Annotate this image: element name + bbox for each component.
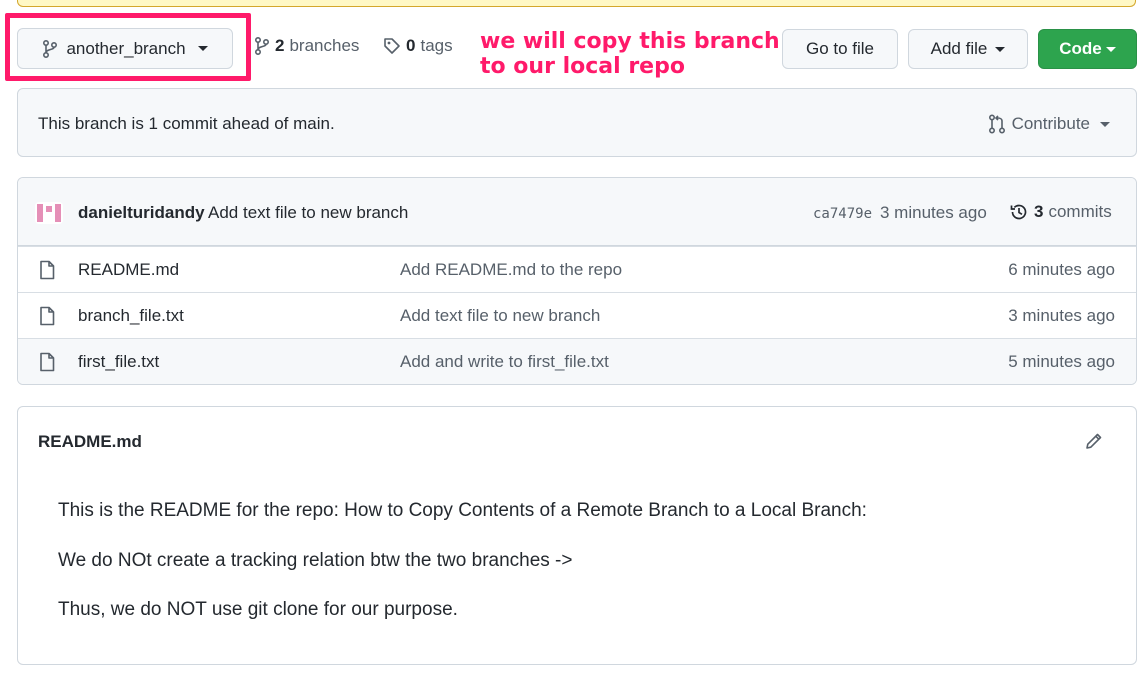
file-icon (40, 306, 55, 326)
pencil-icon[interactable] (1084, 431, 1104, 451)
branches-link[interactable]: 2 branches (254, 36, 359, 56)
notice-banner-edge (17, 0, 1136, 7)
branch-ahead-panel: This branch is 1 commit ahead of main. C… (17, 88, 1137, 157)
contribute-label: Contribute (1011, 114, 1090, 133)
file-commit-time: 5 minutes ago (1008, 352, 1115, 371)
file-name-link[interactable]: first_file.txt (78, 352, 159, 372)
tags-label: tags (420, 36, 453, 55)
readme-title-link[interactable]: README.md (38, 432, 142, 452)
file-icon (40, 260, 55, 280)
history-icon (1010, 204, 1027, 220)
avatar[interactable] (35, 202, 63, 224)
chevron-down-icon (1100, 121, 1110, 127)
commits-history-link[interactable]: 3 commits (1009, 202, 1112, 222)
commits-label: commits (1048, 202, 1112, 221)
commit-sha-link[interactable]: ca7479e (813, 206, 872, 222)
code-button[interactable]: Code (1038, 29, 1137, 69)
annotation-line-2: to our local repo (480, 54, 685, 79)
file-name-link[interactable]: README.md (78, 260, 179, 280)
chevron-down-icon (995, 46, 1006, 52)
annotation-line-1: we will copy this branch (480, 29, 780, 54)
file-row[interactable]: first_file.txt Add and write to first_fi… (18, 338, 1136, 384)
tags-count: 0 (406, 36, 416, 55)
commit-time: 3 minutes ago (880, 203, 987, 222)
readme-paragraph: Thus, we do NOT use git clone for our pu… (58, 599, 458, 620)
file-name-link[interactable]: branch_file.txt (78, 306, 184, 326)
add-file-label: Add file (930, 39, 988, 58)
commit-author-link[interactable]: danielturidandy (78, 203, 205, 223)
chevron-down-icon (197, 46, 208, 51)
latest-commit-bar: danielturidandy Add text file to new bra… (18, 178, 1136, 246)
pull-request-icon (988, 114, 1005, 134)
chevron-down-icon (1105, 46, 1116, 52)
tag-icon (384, 38, 400, 54)
file-icon (40, 352, 55, 372)
readme-panel: README.md This is the README for the rep… (17, 406, 1137, 665)
file-commit-message-link[interactable]: Add text file to new branch (400, 306, 600, 326)
commits-count: 3 (1034, 202, 1044, 221)
go-to-file-label: Go to file (805, 39, 875, 58)
contribute-button[interactable]: Contribute (988, 114, 1110, 134)
git-branch-icon (43, 39, 58, 58)
branches-count: 2 (275, 36, 285, 55)
file-row[interactable]: README.md Add README.md to the repo 6 mi… (18, 246, 1136, 292)
file-commit-message-link[interactable]: Add README.md to the repo (400, 260, 622, 280)
branch-selector-button[interactable]: another_branch (17, 28, 233, 69)
file-browser: danielturidandy Add text file to new bra… (17, 177, 1137, 385)
git-branch-icon (255, 37, 270, 55)
annotation-text: we will copy this branch to our local re… (480, 29, 780, 79)
branch-name: another_branch (66, 38, 186, 58)
file-commit-time: 3 minutes ago (1008, 306, 1115, 325)
commit-message-link[interactable]: Add text file to new branch (208, 203, 408, 223)
readme-paragraph: We do NOt create a tracking relation btw… (58, 550, 573, 571)
branches-label: branches (289, 36, 360, 55)
file-commit-message-link[interactable]: Add and write to first_file.txt (400, 352, 609, 372)
go-to-file-button[interactable]: Go to file (782, 29, 898, 69)
readme-paragraph: This is the README for the repo: How to … (58, 500, 867, 521)
file-commit-time: 6 minutes ago (1008, 260, 1115, 279)
branch-ahead-text: This branch is 1 commit ahead of main. (38, 114, 335, 133)
add-file-button[interactable]: Add file (908, 29, 1028, 69)
tags-link[interactable]: 0 tags (383, 36, 453, 56)
code-label: Code (1059, 39, 1102, 58)
file-row[interactable]: branch_file.txt Add text file to new bra… (18, 292, 1136, 338)
